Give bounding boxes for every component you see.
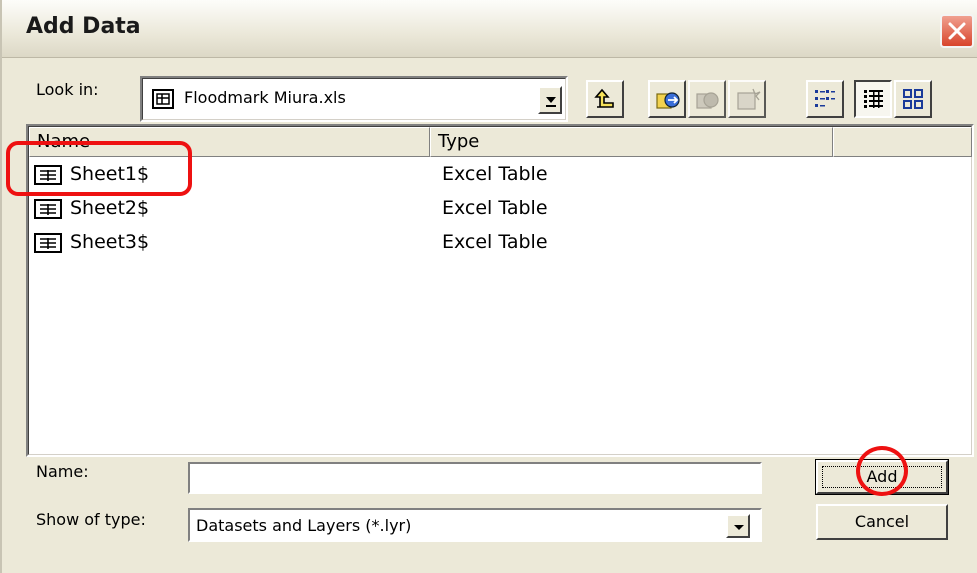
highlight-rectangle — [6, 141, 192, 196]
up-one-level-icon — [594, 88, 614, 108]
cancel-button-label: Cancel — [854, 512, 910, 531]
details-view-button[interactable] — [854, 80, 892, 118]
connect-folder-icon — [656, 92, 680, 109]
up-one-level-button[interactable] — [586, 80, 624, 118]
name-label: Name: — [36, 462, 89, 481]
close-icon — [948, 22, 966, 40]
new-item-button[interactable] — [728, 80, 766, 118]
list-item-type: Excel Table — [442, 163, 548, 185]
list-view-icon — [815, 90, 835, 107]
list-item-type: Excel Table — [442, 197, 548, 219]
look-in-label: Look in: — [36, 80, 99, 99]
new-item-icon — [737, 88, 761, 110]
look-in-combo[interactable]: Floodmark Miura.xls — [140, 76, 568, 122]
list-item-name: Sheet2$ — [70, 197, 150, 219]
column-header-type[interactable]: Type — [430, 127, 833, 157]
add-data-dialog: Add Data Look in: Floodmark Miura.xls Na… — [0, 0, 977, 573]
details-view-icon — [864, 90, 883, 108]
name-input[interactable] — [188, 462, 762, 494]
table-icon — [34, 199, 62, 219]
thumbnails-view-icon — [903, 89, 923, 109]
table-icon — [34, 233, 62, 253]
chevron-down-icon — [546, 97, 556, 103]
disconnect-folder-icon — [696, 92, 719, 109]
show-of-type-dropdown-button[interactable] — [726, 514, 750, 538]
connect-folder-button[interactable] — [648, 80, 686, 118]
show-of-type-select[interactable]: Datasets and Layers (*.lyr) — [188, 508, 762, 542]
chevron-down-icon — [734, 525, 744, 530]
excel-file-icon — [152, 89, 174, 109]
show-of-type-label: Show of type: — [36, 510, 146, 529]
look-in-dropdown-button[interactable] — [538, 86, 562, 114]
look-in-value: Floodmark Miura.xls — [184, 88, 346, 107]
cancel-button[interactable]: Cancel — [816, 504, 948, 540]
column-header-empty[interactable] — [833, 127, 972, 157]
list-item-name: Sheet3$ — [70, 231, 150, 253]
dialog-title: Add Data — [26, 14, 141, 39]
show-of-type-value: Datasets and Layers (*.lyr) — [196, 516, 412, 535]
highlight-circle — [856, 446, 908, 496]
title-bar[interactable]: Add Data — [2, 0, 977, 58]
disconnect-folder-button[interactable] — [688, 80, 726, 118]
list-view-button[interactable] — [806, 80, 844, 118]
close-button[interactable] — [940, 14, 974, 48]
thumbnails-view-button[interactable] — [894, 80, 932, 118]
list-item-type: Excel Table — [442, 231, 548, 253]
